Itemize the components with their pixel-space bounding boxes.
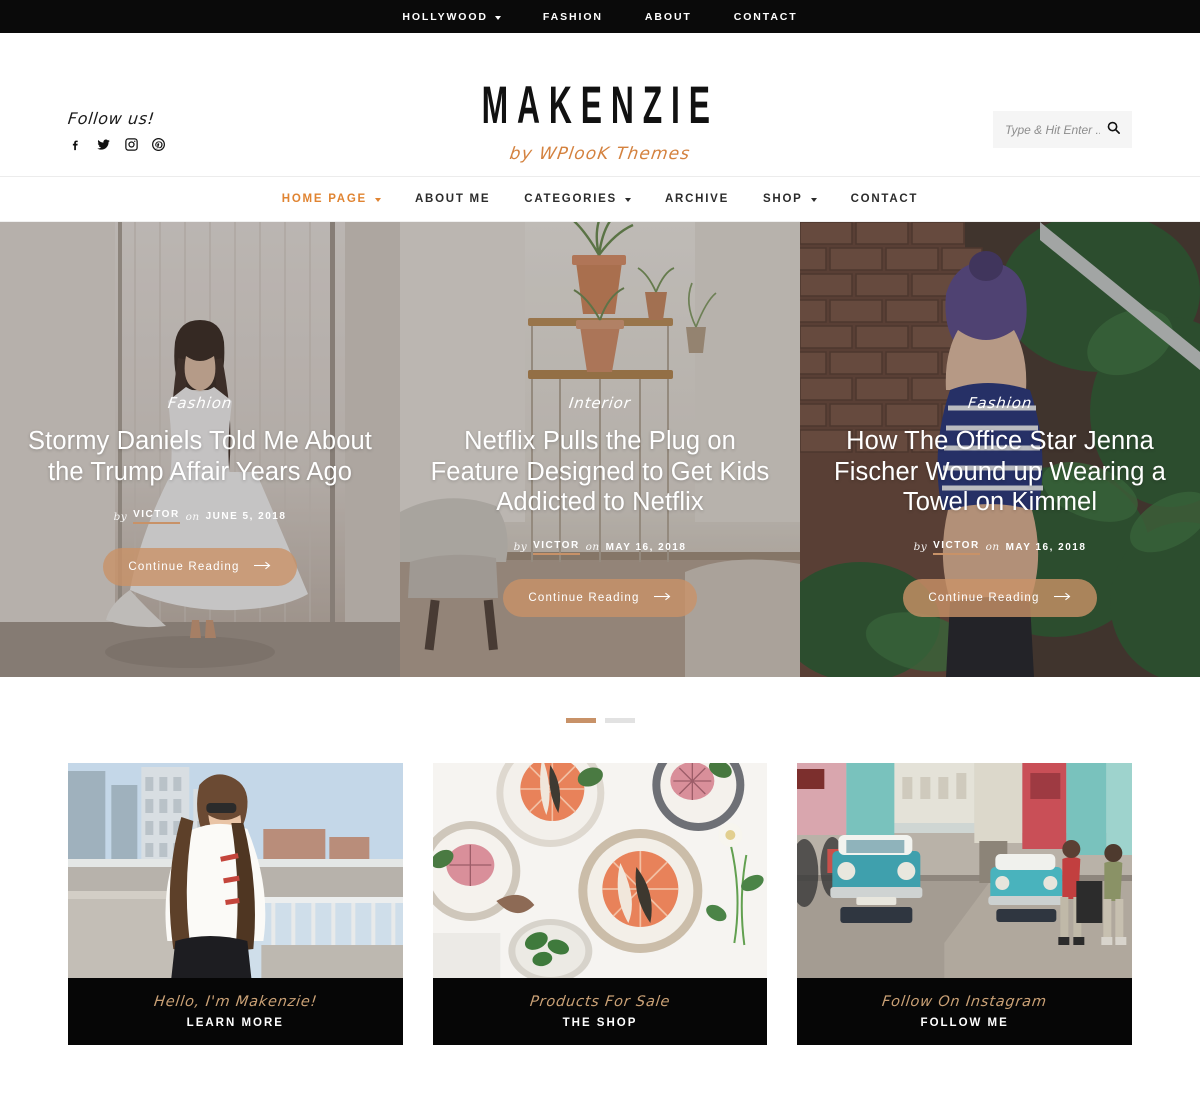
slide-content: Interior Netflix Pulls the Plug on Featu… — [400, 394, 800, 617]
continue-reading-button[interactable]: Continue Reading — [503, 578, 697, 617]
nav-item-label: HOME PAGE — [281, 193, 367, 205]
topbar-item-label: FASHION — [542, 10, 603, 23]
slider-pagination-dot-2[interactable] — [604, 717, 635, 723]
promo-card-script: Follow On Instagram — [881, 994, 1049, 1010]
topbar-item-fashion[interactable]: FASHION — [522, 11, 624, 23]
topbar-item-about[interactable]: ABOUT — [624, 11, 713, 23]
promo-card-cta[interactable]: THE SHOP — [563, 1017, 638, 1029]
chevron-down-icon — [624, 198, 631, 202]
nav-item-archive[interactable]: ARCHIVE — [648, 193, 746, 205]
promo-card-instagram[interactable]: Follow On Instagram FOLLOW ME — [797, 763, 1133, 1045]
promo-card-image — [432, 763, 768, 978]
slider-slide[interactable]: Interior Netflix Pulls the Plug on Featu… — [400, 222, 800, 677]
slide-content: Fashion Stormy Daniels Told Me About the… — [0, 394, 400, 587]
slide-author[interactable]: VICTOR — [133, 509, 180, 525]
slide-title[interactable]: How The Office Star Jenna Fischer Wound … — [822, 426, 1178, 518]
slide-on-label: on — [585, 541, 600, 554]
slide-author[interactable]: VICTOR — [533, 540, 580, 555]
slide-date: JUNE 5, 2018 — [205, 511, 287, 523]
arrow-right-icon — [653, 592, 672, 604]
nav-item-home-page[interactable]: HOME PAGE — [265, 193, 398, 205]
slide-category[interactable]: Fashion — [167, 394, 234, 412]
main-navigation: HOME PAGE ABOUT ME CATEGORIES ARCHIVE SH… — [0, 177, 1200, 222]
promo-card-cta[interactable]: LEARN MORE — [187, 1017, 284, 1029]
slide-title[interactable]: Stormy Daniels Told Me About the Trump A… — [22, 426, 378, 487]
continue-reading-label: Continue Reading — [528, 591, 640, 604]
slide-on-label: on — [185, 510, 200, 523]
promo-card-caption: Follow On Instagram FOLLOW ME — [797, 978, 1133, 1045]
slider-slide[interactable]: Fashion How The Office Star Jenna Fische… — [800, 222, 1200, 677]
slide-author[interactable]: VICTOR — [933, 540, 980, 555]
site-header: Follow us! MAKENZIE by WPlooK Themes — [0, 33, 1200, 177]
promo-card-caption: Hello, I'm Makenzie! LEARN MORE — [68, 978, 403, 1045]
featured-posts-slider: Fashion Stormy Daniels Told Me About the… — [0, 222, 1200, 677]
slide-meta: by VICTOR on MAY 16, 2018 — [822, 540, 1178, 555]
slide-title[interactable]: Netflix Pulls the Plug on Feature Design… — [422, 426, 778, 518]
slide-by-label: by — [513, 541, 528, 554]
continue-reading-button[interactable]: Continue Reading — [103, 548, 297, 587]
nav-item-label: ABOUT ME — [414, 193, 491, 205]
slide-date: MAY 16, 2018 — [605, 541, 687, 553]
continue-reading-label: Continue Reading — [128, 561, 240, 574]
arrow-right-icon — [1053, 592, 1072, 604]
slider-slide[interactable]: Fashion Stormy Daniels Told Me About the… — [0, 222, 400, 677]
search-input[interactable] — [1005, 122, 1100, 137]
search-icon[interactable] — [1106, 120, 1121, 140]
continue-reading-button[interactable]: Continue Reading — [903, 578, 1097, 617]
promo-card-shop[interactable]: Products For Sale THE SHOP — [432, 763, 768, 1045]
topbar-item-label: CONTACT — [733, 10, 798, 23]
nav-item-label: SHOP — [763, 193, 803, 205]
slider-pagination-dot-1[interactable] — [565, 717, 596, 723]
arrow-right-icon — [253, 561, 272, 573]
slide-by-label: by — [113, 510, 128, 523]
topbar-item-label: ABOUT — [644, 10, 692, 23]
top-navigation-bar: HOLLYWOOD FASHION ABOUT CONTACT — [0, 0, 1200, 33]
slide-on-label: on — [985, 541, 1000, 554]
promo-card-cta[interactable]: FOLLOW ME — [921, 1017, 1009, 1029]
search-box[interactable] — [993, 111, 1132, 148]
slide-date: MAY 16, 2018 — [1005, 541, 1087, 553]
nav-item-contact[interactable]: CONTACT — [834, 193, 936, 205]
nav-item-shop[interactable]: SHOP — [746, 193, 834, 205]
chevron-down-icon — [810, 198, 817, 202]
topbar-item-hollywood[interactable]: HOLLYWOOD — [381, 11, 522, 23]
continue-reading-label: Continue Reading — [928, 591, 1040, 604]
nav-item-about-me[interactable]: ABOUT ME — [398, 193, 507, 205]
promo-card-about[interactable]: Hello, I'm Makenzie! LEARN MORE — [68, 763, 403, 1045]
slider-pagination — [0, 677, 1200, 763]
promo-card-script: Hello, I'm Makenzie! — [152, 994, 318, 1010]
slide-content: Fashion How The Office Star Jenna Fische… — [800, 394, 1200, 617]
chevron-down-icon — [494, 15, 501, 20]
nav-item-categories[interactable]: CATEGORIES — [507, 193, 648, 205]
slide-category[interactable]: Fashion — [967, 394, 1034, 412]
nav-item-label: CATEGORIES — [524, 193, 617, 205]
slide-category[interactable]: Interior — [568, 394, 632, 412]
nav-item-label: ARCHIVE — [664, 193, 729, 205]
promo-cards-row: Hello, I'm Makenzie! LEARN MORE Products… — [0, 763, 1200, 1045]
promo-card-caption: Products For Sale THE SHOP — [432, 978, 768, 1045]
promo-card-script: Products For Sale — [528, 994, 672, 1010]
slide-meta: by VICTOR on MAY 16, 2018 — [422, 540, 778, 555]
site-logo-text[interactable]: MAKENZIE — [481, 80, 718, 132]
chevron-down-icon — [374, 198, 381, 202]
promo-card-image — [68, 763, 403, 978]
nav-item-label: CONTACT — [850, 193, 919, 205]
slide-meta: by VICTOR on JUNE 5, 2018 — [22, 509, 378, 525]
promo-card-image — [797, 763, 1133, 978]
topbar-item-label: HOLLYWOOD — [402, 10, 488, 23]
slide-by-label: by — [913, 541, 928, 554]
topbar-item-contact[interactable]: CONTACT — [713, 11, 819, 23]
